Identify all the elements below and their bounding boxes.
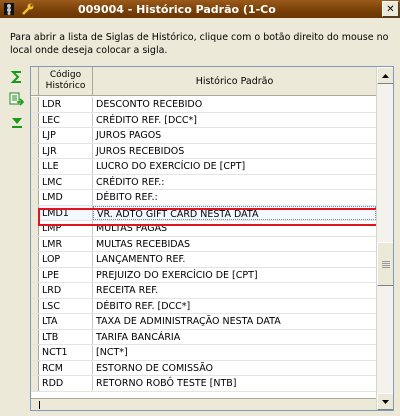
app-icon[interactable]: [2, 2, 16, 16]
code-cell[interactable]: LMC: [39, 174, 93, 189]
row-indicator[interactable]: [31, 283, 39, 298]
code-cell[interactable]: LSC: [39, 298, 93, 313]
description-cell[interactable]: MULTAS RECEBIDAS: [93, 237, 376, 252]
scroll-marker: [39, 401, 40, 409]
scroll-up-button[interactable]: [377, 67, 393, 84]
title-bar: 009004 - Histórico Padrão (1-Co ✕: [0, 0, 400, 18]
table-row[interactable]: LEC CRÉDITO REF. [DCC*]: [31, 112, 376, 128]
table-row[interactable]: LRD RECEITA REF.: [31, 283, 376, 299]
description-cell[interactable]: JUROS RECEBIDOS: [93, 144, 376, 159]
row-indicator[interactable]: [31, 159, 39, 174]
code-cell[interactable]: NCT1: [39, 345, 93, 360]
row-indicator[interactable]: [31, 112, 39, 127]
table-row[interactable]: LJP JUROS PAGOS: [31, 128, 376, 144]
row-indicator[interactable]: [31, 252, 39, 267]
table-row[interactable]: LPE PREJUIZO DO EXERCÍCIO DE [CPT]: [31, 267, 376, 283]
row-indicator[interactable]: [31, 174, 39, 189]
toolbar: [8, 68, 28, 137]
table-row[interactable]: LTB TARIFA BANCÁRIA: [31, 329, 376, 345]
code-cell[interactable]: LMD: [39, 190, 93, 205]
grid-rows: LDR DESCONTO RECEBIDO LEC CRÉDITO REF. [DCC…: [31, 97, 376, 392]
description-cell[interactable]: DESCONTO RECEBIDO: [93, 97, 376, 112]
row-indicator[interactable]: [31, 360, 39, 375]
code-cell[interactable]: LLE: [39, 159, 93, 174]
table-row[interactable]: LSC DÉBITO REF. [DCC*]: [31, 298, 376, 314]
grid-header: Código Histórico Histórico Padrão: [31, 67, 376, 96]
row-indicator[interactable]: [31, 329, 39, 344]
description-cell[interactable]: DÉBITO REF.:: [93, 190, 376, 205]
code-cell[interactable]: LJP: [39, 128, 93, 143]
table-row[interactable]: LJR JUROS RECEBIDOS: [31, 143, 376, 159]
description-cell[interactable]: RECEITA REF.: [93, 283, 376, 298]
code-cell[interactable]: LOP: [39, 252, 93, 267]
code-cell[interactable]: LEC: [39, 112, 93, 127]
column-header-description[interactable]: Histórico Padrão: [93, 67, 376, 95]
description-cell[interactable]: JUROS PAGOS: [93, 128, 376, 143]
code-cell[interactable]: RCM: [39, 360, 93, 375]
instructions-text: Para abrir a lista de Siglas de Históric…: [10, 32, 389, 56]
description-cell[interactable]: RETORNO ROBÔ TESTE [NTB]: [93, 376, 376, 391]
description-cell[interactable]: TAXA DE ADMINISTRAÇÃO NESTA DATA: [93, 314, 376, 329]
row-indicator[interactable]: [31, 376, 39, 391]
arrow-down-icon[interactable]: [8, 114, 26, 132]
table-row[interactable]: LTA TAXA DE ADMINISTRAÇÃO NESTA DATA: [31, 314, 376, 330]
description-cell[interactable]: LUCRO DO EXERCÍCIO DE [CPT]: [93, 159, 376, 174]
wrench-icon[interactable]: [21, 2, 35, 16]
table-row[interactable]: LDR DESCONTO RECEBIDO: [31, 97, 376, 113]
column-header-code[interactable]: Código Histórico: [39, 67, 93, 95]
row-indicator[interactable]: [31, 190, 39, 205]
description-cell[interactable]: MULTAS PAGAS: [93, 221, 376, 236]
horizontal-scrollbar[interactable]: [31, 398, 376, 410]
table-row[interactable]: NCT1 [NCT*]: [31, 345, 376, 361]
vertical-scrollbar[interactable]: [376, 67, 393, 410]
table-row[interactable]: RDD RETORNO ROBÔ TESTE [NTB]: [31, 376, 376, 392]
table-row[interactable]: LMC CRÉDITO REF.:: [31, 174, 376, 190]
row-indicator[interactable]: [31, 128, 39, 143]
description-cell[interactable]: [NCT*]: [93, 345, 376, 360]
description-cell[interactable]: CRÉDITO REF. [DCC*]: [93, 113, 376, 128]
table-row[interactable]: RCM ESTORNO DE COMISSÃO: [31, 360, 376, 376]
row-indicator[interactable]: [31, 221, 39, 236]
table-row[interactable]: LLE LUCRO DO EXERCÍCIO DE [CPT]: [31, 159, 376, 175]
scrollbar-thumb[interactable]: [377, 242, 393, 286]
row-indicator[interactable]: [31, 97, 39, 112]
table-row[interactable]: LMD1 VR. ADTO GIFT CARD NESTA DATA: [31, 205, 376, 221]
description-cell[interactable]: PREJUIZO DO EXERCÍCIO DE [CPT]: [93, 268, 376, 283]
sigma-icon[interactable]: [8, 68, 26, 86]
row-indicator[interactable]: [31, 345, 39, 360]
code-cell[interactable]: RDD: [39, 376, 93, 391]
code-cell[interactable]: LJR: [39, 143, 93, 158]
row-indicator-header: [31, 67, 39, 95]
export-icon[interactable]: [8, 91, 26, 109]
code-cell[interactable]: LMR: [39, 236, 93, 251]
table-row[interactable]: LMR MULTAS RECEBIDAS: [31, 236, 376, 252]
close-button[interactable]: ✕: [382, 1, 399, 17]
description-cell[interactable]: LANÇAMENTO REF.: [93, 252, 376, 267]
description-cell[interactable]: VR. ADTO GIFT CARD NESTA DATA: [93, 205, 376, 220]
row-indicator[interactable]: [31, 205, 39, 220]
scroll-down-button[interactable]: [377, 393, 393, 410]
history-grid[interactable]: Código Histórico Histórico Padrão LDR DES…: [30, 66, 394, 411]
description-cell[interactable]: CRÉDITO REF.:: [93, 175, 376, 190]
code-cell[interactable]: LTB: [39, 329, 93, 344]
row-indicator[interactable]: [31, 236, 39, 251]
code-cell[interactable]: LMP: [39, 221, 93, 236]
code-cell[interactable]: LMD1: [39, 205, 93, 220]
window-title: 009004 - Histórico Padrão (1-Co: [78, 2, 276, 16]
description-cell[interactable]: DÉBITO REF. [DCC*]: [93, 299, 376, 314]
row-indicator[interactable]: [31, 298, 39, 313]
code-cell[interactable]: LDR: [39, 97, 93, 112]
table-row[interactable]: LMD DÉBITO REF.:: [31, 190, 376, 206]
row-indicator[interactable]: [31, 267, 39, 282]
code-cell[interactable]: LRD: [39, 283, 93, 298]
code-cell[interactable]: LTA: [39, 314, 93, 329]
table-row[interactable]: LMP MULTAS PAGAS: [31, 221, 376, 237]
row-indicator[interactable]: [31, 143, 39, 158]
description-cell[interactable]: ESTORNO DE COMISSÃO: [93, 361, 376, 376]
table-row[interactable]: LOP LANÇAMENTO REF.: [31, 252, 376, 268]
row-indicator[interactable]: [31, 314, 39, 329]
code-cell[interactable]: LPE: [39, 267, 93, 282]
description-cell[interactable]: TARIFA BANCÁRIA: [93, 330, 376, 345]
